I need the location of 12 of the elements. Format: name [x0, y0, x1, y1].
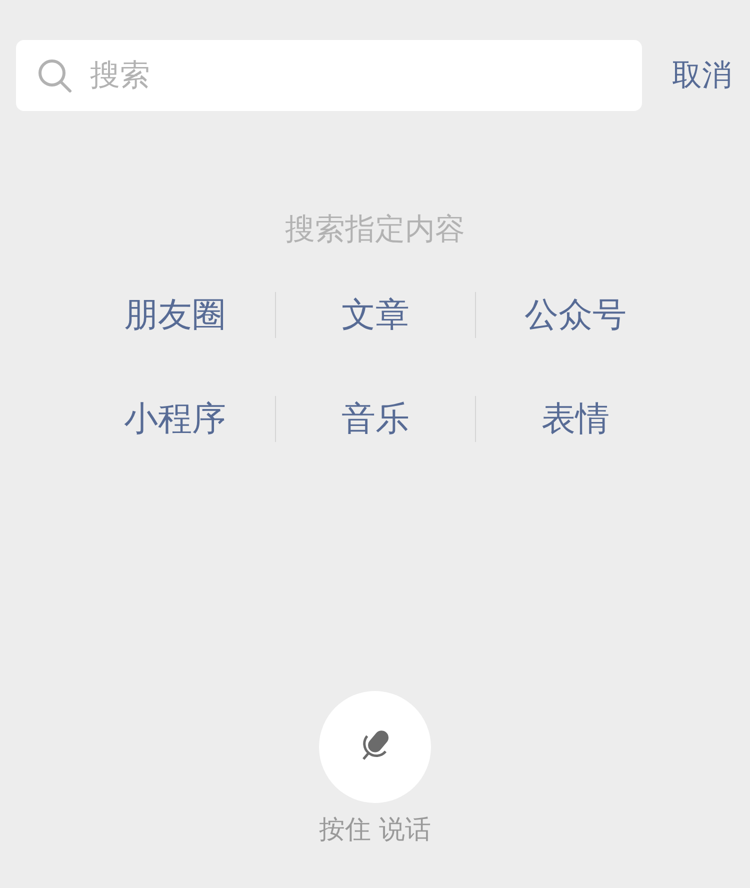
voice-label: 按住 说话 [318, 814, 432, 847]
category-link[interactable]: 小程序 [124, 394, 226, 444]
cancel-button[interactable]: 取消 [672, 53, 732, 98]
category-link[interactable]: 公众号 [524, 290, 626, 340]
search-field[interactable]: 搜索 [16, 40, 642, 111]
category-link[interactable]: 音乐 [342, 394, 410, 444]
search-hint: 搜索指定内容 [285, 211, 465, 249]
search-input[interactable]: 搜索 [90, 53, 642, 98]
category-link[interactable]: 文章 [342, 290, 410, 340]
category-link[interactable]: 朋友圈 [124, 290, 226, 340]
category-link[interactable]: 表情 [542, 394, 610, 444]
search-icon [38, 58, 72, 92]
